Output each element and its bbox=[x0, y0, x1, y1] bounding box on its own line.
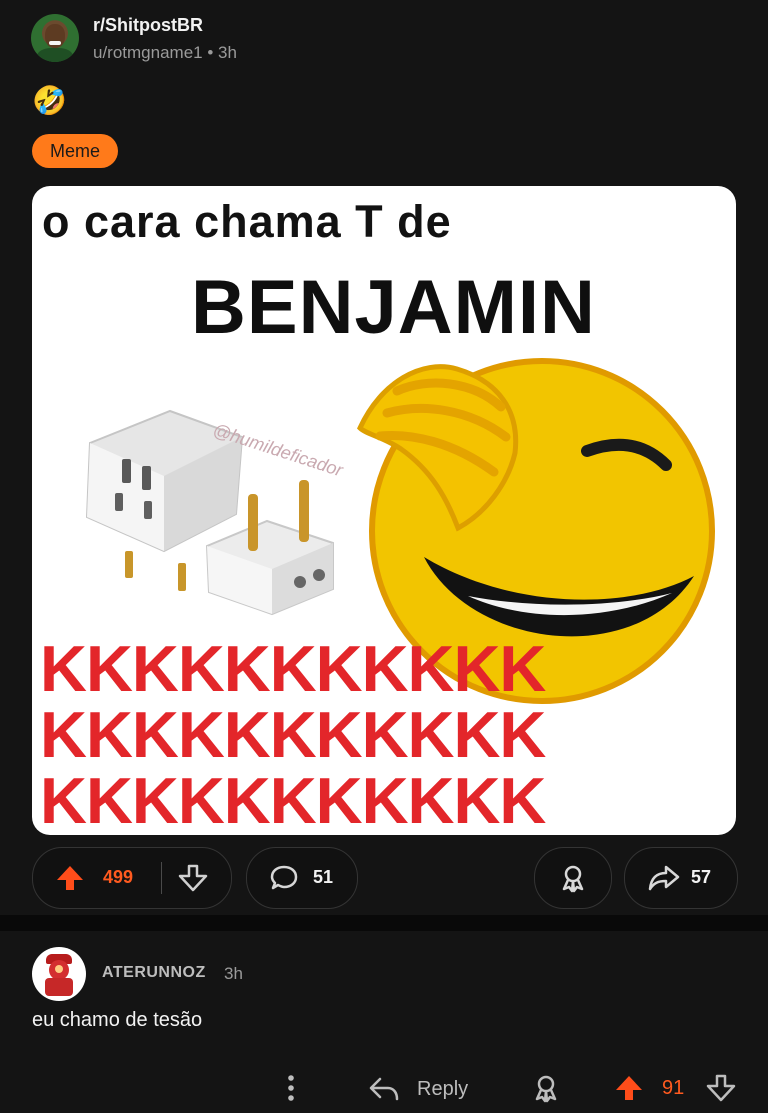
comment-score: 91 bbox=[662, 1077, 685, 1099]
award-button[interactable] bbox=[534, 847, 612, 909]
avatar-body bbox=[45, 978, 73, 996]
comment-actions: Reply 91 bbox=[0, 1071, 768, 1105]
reply-label: Reply bbox=[417, 1078, 469, 1100]
meme-image[interactable]: o cara chama T de BENJAMIN @humildeficad… bbox=[32, 186, 736, 835]
share-count: 57 bbox=[691, 867, 712, 887]
post-author-time[interactable]: u/rotmgname1 • 3h bbox=[93, 43, 237, 63]
meme-caption-line-1: o cara chama T de bbox=[42, 196, 452, 247]
comment-award-icon[interactable] bbox=[531, 1073, 561, 1103]
post-comment-divider bbox=[0, 915, 768, 931]
comment-time: 3h bbox=[224, 964, 243, 983]
meme-caption-line-2: BENJAMIN bbox=[191, 265, 596, 350]
post-card: r/ShitpostBR u/rotmgname1 • 3h 🤣 Meme o … bbox=[0, 0, 768, 915]
comment-item: ATERUNNOZ 3h eu chamo de tesão Reply 91 bbox=[0, 931, 768, 1113]
vote-control: 499 bbox=[32, 847, 232, 909]
avatar-mouth bbox=[49, 41, 61, 45]
comment-downvote-icon[interactable] bbox=[706, 1073, 736, 1103]
avatar-shirt bbox=[37, 48, 73, 62]
subreddit-avatar[interactable] bbox=[31, 14, 79, 62]
comment-text: eu chamo de tesão bbox=[32, 1009, 203, 1031]
more-options-icon[interactable] bbox=[282, 1073, 300, 1103]
avatar-face-dot bbox=[55, 965, 63, 973]
subreddit-name[interactable]: r/ShitpostBR bbox=[93, 15, 203, 36]
downvote-icon[interactable] bbox=[178, 863, 208, 893]
laugh-row-2: KKKKKKKKKKK bbox=[40, 698, 546, 771]
post-flair[interactable]: Meme bbox=[32, 134, 118, 168]
comment-username[interactable]: ATERUNNOZ bbox=[102, 964, 206, 982]
laugh-row-1: KKKKKKKKKKK bbox=[40, 632, 546, 705]
reply-icon bbox=[369, 1077, 399, 1101]
rolling-laugh-emoji: 🤣 bbox=[32, 85, 67, 116]
upvote-icon[interactable] bbox=[55, 863, 85, 893]
comment-avatar[interactable] bbox=[32, 947, 86, 1001]
award-icon bbox=[562, 865, 584, 893]
comment-count: 51 bbox=[313, 867, 334, 887]
laugh-row-3: KKKKKKKKKKK bbox=[40, 764, 546, 835]
comment-bubble-icon bbox=[270, 865, 298, 890]
vote-divider bbox=[161, 862, 162, 894]
comment-upvote-icon[interactable] bbox=[614, 1073, 644, 1103]
reply-button[interactable]: Reply bbox=[368, 1071, 478, 1105]
comments-button[interactable]: 51 bbox=[246, 847, 358, 909]
upvote-count: 499 bbox=[103, 867, 134, 887]
share-button[interactable]: 57 bbox=[624, 847, 738, 909]
share-icon bbox=[648, 865, 680, 891]
